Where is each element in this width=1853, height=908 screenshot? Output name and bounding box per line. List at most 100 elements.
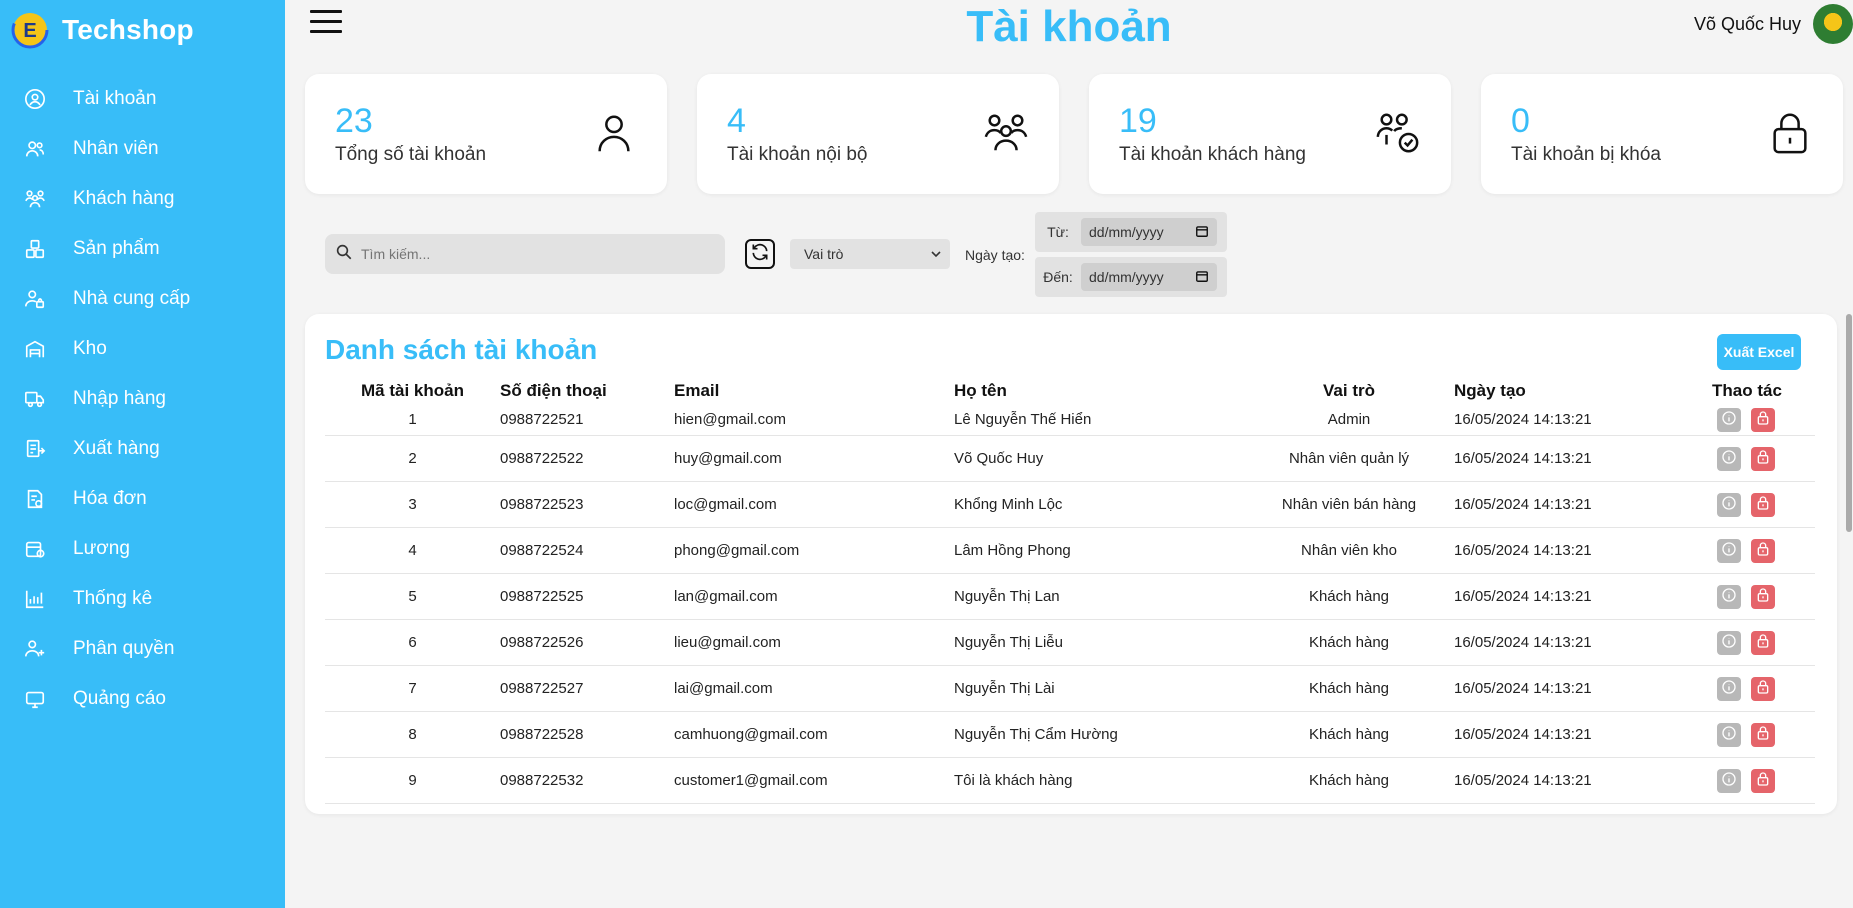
user-icon bbox=[591, 110, 637, 156]
date-to-group: Đến: dd/mm/yyyy bbox=[1035, 257, 1227, 297]
lock-account-button[interactable] bbox=[1751, 492, 1775, 517]
lock-account-button[interactable] bbox=[1751, 584, 1775, 609]
info-button[interactable] bbox=[1717, 407, 1741, 432]
sidebar-item-label: Nhập hàng bbox=[73, 388, 166, 409]
main-content: Tài khoản Võ Quốc Huy 23 Tổng số tài kho… bbox=[285, 0, 1853, 908]
info-button[interactable] bbox=[1717, 538, 1741, 563]
table-row[interactable]: 5 0988722525 lan@gmail.com Nguyễn Thị Lan Kh… bbox=[325, 574, 1815, 620]
scrollbar-thumb[interactable] bbox=[1846, 314, 1852, 532]
table-row[interactable]: 6 0988722526 lieu@gmail.com Nguyễn Thị Liễu… bbox=[325, 620, 1815, 666]
cell-email: lieu@gmail.com bbox=[674, 634, 781, 651]
table-row[interactable]: 9 0988722532 customer1@gmail.com Tôi là khá… bbox=[325, 758, 1815, 804]
info-button[interactable] bbox=[1717, 676, 1741, 701]
stat-value: 4 bbox=[727, 102, 746, 140]
sidebar-item-nhap-hang[interactable]: Nhập hàng bbox=[0, 374, 285, 424]
sidebar: E Techshop Tài khoản Nhân viên Khách hàn… bbox=[0, 0, 285, 908]
sidebar-item-nhan-vien[interactable]: Nhân viên bbox=[0, 124, 285, 174]
cell-role: Nhân viên bán hàng bbox=[1281, 496, 1417, 513]
lock-account-button[interactable] bbox=[1751, 722, 1775, 747]
cell-name: Lê Nguyễn Thế Hiển bbox=[954, 411, 1092, 428]
table-row[interactable]: 3 0988722523 loc@gmail.com Khổng Minh Lộc Nh… bbox=[325, 482, 1815, 528]
info-button[interactable] bbox=[1717, 722, 1741, 747]
sidebar-item-label: Khách hàng bbox=[73, 188, 175, 209]
cell-created: 16/05/2024 14:13:21 bbox=[1454, 588, 1592, 605]
role-select[interactable]: Vai trò bbox=[790, 239, 950, 269]
table-row[interactable]: 7 0988722527 lai@gmail.com Nguyễn Thị Lài Kh… bbox=[325, 666, 1815, 712]
group-icon bbox=[23, 187, 47, 211]
sidebar-item-hoa-don[interactable]: Hóa đơn bbox=[0, 474, 285, 524]
stat-card-locked: 0 Tài khoản bị khóa bbox=[1481, 74, 1843, 194]
table-row[interactable]: 1 0988722521 hien@gmail.com Lê Nguyễn Thế H… bbox=[325, 404, 1815, 436]
table-row[interactable]: 4 0988722524 phong@gmail.com Lâm Hồng Phong… bbox=[325, 528, 1815, 574]
date-from-input[interactable]: dd/mm/yyyy bbox=[1081, 218, 1217, 246]
cell-email: phong@gmail.com bbox=[674, 542, 800, 559]
warehouse-icon bbox=[23, 337, 47, 361]
info-button[interactable] bbox=[1717, 492, 1741, 517]
stat-value: 0 bbox=[1511, 102, 1530, 140]
lock-account-button[interactable] bbox=[1751, 768, 1775, 793]
account-list-card: Danh sách tài khoản Xuất Excel Mã tài kh… bbox=[305, 314, 1837, 814]
chevron-down-icon bbox=[930, 239, 942, 279]
info-button[interactable] bbox=[1717, 584, 1741, 609]
sidebar-item-label: Tài khoản bbox=[73, 88, 157, 109]
info-button[interactable] bbox=[1717, 630, 1741, 655]
lock-account-button[interactable] bbox=[1751, 407, 1775, 432]
row-actions bbox=[1702, 768, 1802, 793]
scrollbar[interactable] bbox=[1845, 314, 1853, 814]
lock-account-button[interactable] bbox=[1751, 446, 1775, 471]
info-button[interactable] bbox=[1717, 446, 1741, 471]
cell-email: hien@gmail.com bbox=[674, 411, 786, 428]
sidebar-item-san-pham[interactable]: Sản phẩm bbox=[0, 224, 285, 274]
sidebar-item-quang-cao[interactable]: Quảng cáo bbox=[0, 674, 285, 724]
sidebar-item-kho[interactable]: Kho bbox=[0, 324, 285, 374]
cell-id: 9 bbox=[408, 772, 417, 789]
row-actions bbox=[1702, 407, 1802, 432]
lock-account-button[interactable] bbox=[1751, 538, 1775, 563]
stat-cards: 23 Tổng số tài khoản 4 Tài khoản nội bộ … bbox=[305, 74, 1843, 194]
cell-email: huy@gmail.com bbox=[674, 450, 782, 467]
cell-email: loc@gmail.com bbox=[674, 496, 777, 513]
cell-id: 2 bbox=[408, 450, 417, 467]
search-input[interactable] bbox=[361, 246, 701, 262]
lock-account-button[interactable] bbox=[1751, 630, 1775, 655]
date-placeholder: dd/mm/yyyy bbox=[1089, 224, 1164, 240]
export-excel-button[interactable]: Xuất Excel bbox=[1717, 334, 1801, 370]
sidebar-item-phan-quyen[interactable]: Phân quyền bbox=[0, 624, 285, 674]
date-placeholder: dd/mm/yyyy bbox=[1089, 269, 1164, 285]
lock-icon bbox=[1755, 725, 1771, 745]
table-body: 1 0988722521 hien@gmail.com Lê Nguyễn Thế H… bbox=[325, 404, 1815, 804]
cell-phone: 0988722527 bbox=[500, 680, 584, 697]
table-row[interactable]: 2 0988722522 huy@gmail.com Võ Quốc Huy Nhân … bbox=[325, 436, 1815, 482]
sidebar-item-label: Lương bbox=[73, 538, 130, 559]
avatar[interactable] bbox=[1813, 4, 1853, 44]
chart-icon bbox=[23, 587, 47, 611]
stat-label: Tổng số tài khoản bbox=[335, 144, 487, 165]
date-to-input[interactable]: dd/mm/yyyy bbox=[1081, 263, 1217, 291]
sidebar-item-xuat-hang[interactable]: Xuất hàng bbox=[0, 424, 285, 474]
sidebar-item-tai-khoan[interactable]: Tài khoản bbox=[0, 74, 285, 124]
sidebar-item-khach-hang[interactable]: Khách hàng bbox=[0, 174, 285, 224]
cell-id: 4 bbox=[408, 542, 417, 559]
row-actions bbox=[1702, 584, 1802, 609]
cell-name: Nguyễn Thị Lài bbox=[954, 680, 1055, 697]
cell-id: 8 bbox=[408, 726, 417, 743]
refresh-button[interactable] bbox=[745, 239, 775, 269]
info-icon bbox=[1721, 771, 1737, 791]
info-icon bbox=[1721, 725, 1737, 745]
column-header: Số điện thoại bbox=[500, 381, 607, 400]
lock-icon bbox=[1755, 495, 1771, 515]
filter-bar: Vai trò Ngày tạo: Từ: dd/mm/yyyy Đến: dd… bbox=[325, 212, 1227, 298]
user-menu[interactable]: Võ Quốc Huy bbox=[1694, 4, 1853, 44]
sidebar-item-nha-cung-cap[interactable]: Nhà cung cấp bbox=[0, 274, 285, 324]
topbar: Tài khoản Võ Quốc Huy bbox=[285, 0, 1853, 60]
lock-account-button[interactable] bbox=[1751, 676, 1775, 701]
brand[interactable]: E Techshop bbox=[0, 0, 285, 60]
sidebar-item-thong-ke[interactable]: Thống kê bbox=[0, 574, 285, 624]
sidebar-item-label: Quảng cáo bbox=[73, 688, 166, 709]
table-row[interactable]: 8 0988722528 camhuong@gmail.com Nguyễn Thị … bbox=[325, 712, 1815, 758]
info-button[interactable] bbox=[1717, 768, 1741, 793]
date-to-label: Đến: bbox=[1043, 269, 1073, 285]
user-circle-icon bbox=[23, 87, 47, 111]
sidebar-item-luong[interactable]: Lương bbox=[0, 524, 285, 574]
stat-card-customers: 19 Tài khoản khách hàng bbox=[1089, 74, 1451, 194]
